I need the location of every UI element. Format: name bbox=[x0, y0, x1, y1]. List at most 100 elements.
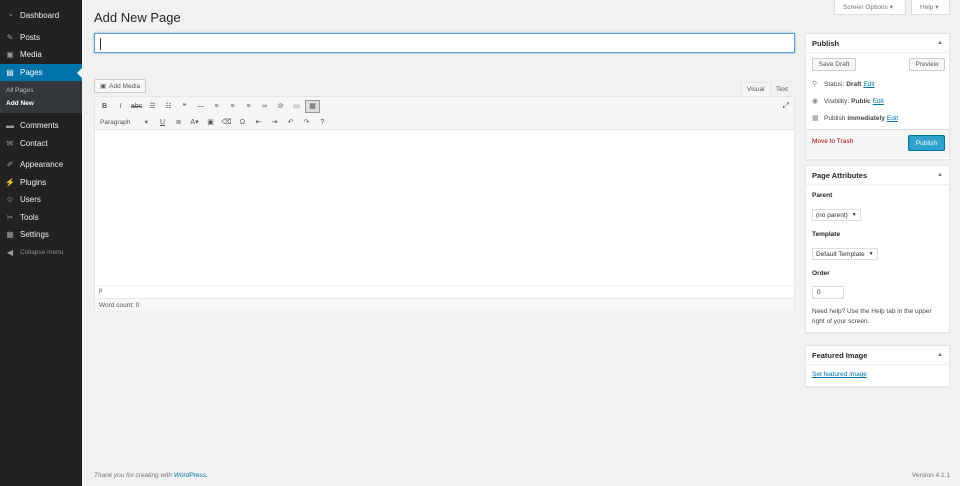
status-row: ⚲ Status: Draft Edit bbox=[812, 80, 875, 89]
collapse-arrow-icon[interactable]: ▲ bbox=[937, 40, 943, 46]
distraction-free-icon[interactable]: ⤢ bbox=[783, 101, 789, 111]
editor-content-area[interactable] bbox=[95, 130, 794, 286]
settings-icon: ▦ bbox=[6, 230, 14, 240]
add-media-button[interactable]: ▣ Add Media bbox=[94, 79, 147, 93]
edit-status-link[interactable]: Edit bbox=[863, 81, 874, 88]
plugin-icon: ⚡ bbox=[5, 177, 15, 187]
sidebar-item-settings[interactable]: ▦ Settings bbox=[0, 226, 82, 244]
paste-text-icon[interactable]: ▣ bbox=[203, 116, 218, 129]
numbered-list-icon[interactable]: ☷ bbox=[161, 100, 176, 113]
format-select[interactable]: Paragraph ▾ bbox=[97, 116, 151, 128]
redo-icon[interactable]: ↷ bbox=[299, 116, 314, 129]
publish-time-row: ▦ Publish immediately Edit bbox=[812, 114, 898, 123]
order-label: Order bbox=[812, 270, 830, 277]
justify-icon[interactable]: ≣ bbox=[171, 116, 186, 129]
publish-box-title: Publish bbox=[812, 38, 840, 48]
toolbar-toggle-icon[interactable]: ▦ bbox=[305, 99, 320, 113]
publish-label: Publish bbox=[824, 114, 846, 122]
visibility-row: ◉ Visibility: Public Edit bbox=[812, 97, 884, 106]
sidebar-item-appearance[interactable]: ✐ Appearance bbox=[0, 156, 82, 174]
sidebar-item-media[interactable]: ▣ Media bbox=[0, 46, 82, 64]
comment-icon: ▬ bbox=[6, 121, 14, 131]
media-icon: ▣ bbox=[6, 50, 14, 60]
page-icon: ▤ bbox=[6, 67, 14, 77]
pin-icon: ✎ bbox=[6, 32, 14, 42]
horizontal-line-icon[interactable]: — bbox=[193, 100, 208, 113]
sidebar-item-pages[interactable]: ▤ Pages bbox=[0, 63, 82, 81]
unlink-icon[interactable]: ⊘ bbox=[273, 100, 288, 113]
sidebar-item-comments[interactable]: ▬ Comments bbox=[0, 117, 82, 135]
underline-icon[interactable]: U bbox=[155, 116, 170, 129]
template-select[interactable]: Default Template ▼ bbox=[812, 248, 878, 260]
sidebar-item-label: Pages bbox=[20, 67, 43, 77]
sidebar-item-users[interactable]: ☺ Users bbox=[0, 191, 82, 209]
screen-options-button[interactable]: Screen Options ▾ bbox=[834, 0, 906, 15]
parent-select[interactable]: (no parent) ▼ bbox=[812, 209, 861, 221]
edit-visibility-link[interactable]: Edit bbox=[873, 98, 884, 105]
tab-visual[interactable]: Visual bbox=[741, 82, 771, 96]
outdent-icon[interactable]: ⇤ bbox=[251, 116, 266, 129]
sidebar-item-contact[interactable]: ✉ Contact bbox=[0, 135, 82, 153]
preview-button[interactable]: Preview bbox=[909, 58, 945, 71]
pages-submenu: All Pages Add New bbox=[0, 81, 82, 113]
collapse-menu-button[interactable]: ◀ Collapse menu bbox=[0, 244, 82, 262]
status-label: Status: bbox=[824, 80, 845, 88]
publish-value: immediately bbox=[847, 114, 885, 122]
edit-publish-time-link[interactable]: Edit bbox=[887, 115, 898, 122]
parent-select-value: (no parent) bbox=[816, 211, 848, 219]
blockquote-icon[interactable]: ❝ bbox=[177, 100, 192, 113]
sidebar-item-label: Dashboard bbox=[20, 11, 60, 21]
align-right-icon[interactable]: ≡ bbox=[241, 100, 256, 113]
featured-image-title: Featured Image bbox=[812, 350, 868, 360]
title-input[interactable] bbox=[94, 33, 795, 53]
collapse-arrow-icon[interactable]: ▲ bbox=[937, 172, 943, 178]
align-center-icon[interactable]: ≡ bbox=[225, 100, 240, 113]
publish-box: Publish ▲ Save Draft Preview ⚲ Status: Draf… bbox=[805, 33, 950, 160]
featured-image-header[interactable]: Featured Image ▲ bbox=[806, 346, 949, 365]
footer-thanks-text: Thank you for creating with bbox=[94, 472, 173, 479]
wrench-icon: ✂ bbox=[6, 212, 14, 222]
sidebar-item-posts[interactable]: ✎ Posts bbox=[0, 29, 82, 47]
page-attributes-header[interactable]: Page Attributes ▲ bbox=[806, 166, 949, 185]
undo-icon[interactable]: ↶ bbox=[283, 116, 298, 129]
publish-button[interactable]: Publish bbox=[908, 135, 945, 151]
keyboard-help-icon[interactable]: ? bbox=[315, 116, 330, 129]
editor-toolbar: B I abc ☰ ☷ ❝ — ≡ ≡ ≡ ∞ ⊘ ▭ ▦ Paragraph ▾… bbox=[95, 97, 794, 130]
template-label: Template bbox=[812, 231, 841, 238]
sidebar-item-label: Posts bbox=[20, 32, 41, 42]
content-editor: B I abc ☰ ☷ ❝ — ≡ ≡ ≡ ∞ ⊘ ▭ ▦ Paragraph ▾… bbox=[94, 96, 795, 311]
sidebar-item-label: Plugins bbox=[20, 177, 47, 187]
sidebar-item-plugins[interactable]: ⚡ Plugins bbox=[0, 174, 82, 192]
italic-icon[interactable]: I bbox=[113, 100, 128, 113]
featured-image-box: Featured Image ▲ Set featured image bbox=[805, 345, 950, 387]
wordpress-link[interactable]: WordPress. bbox=[174, 472, 208, 479]
order-input[interactable]: 0 bbox=[812, 286, 844, 299]
sidebar-item-tools[interactable]: ✂ Tools bbox=[0, 209, 82, 227]
text-caret bbox=[100, 38, 101, 50]
indent-icon[interactable]: ⇥ bbox=[267, 116, 282, 129]
submenu-all-pages[interactable]: All Pages bbox=[0, 84, 82, 97]
publish-box-header[interactable]: Publish ▲ bbox=[806, 34, 949, 53]
bold-icon[interactable]: B bbox=[97, 100, 112, 113]
strikethrough-icon[interactable]: abc bbox=[129, 100, 144, 113]
set-featured-image-link[interactable]: Set featured image bbox=[812, 371, 867, 378]
sidebar-item-label: Users bbox=[20, 195, 41, 205]
submenu-add-new[interactable]: Add New bbox=[0, 97, 82, 110]
collapse-arrow-icon[interactable]: ▲ bbox=[937, 352, 943, 358]
text-color-icon[interactable]: A▾ bbox=[187, 116, 202, 129]
sidebar-item-label: Media bbox=[20, 50, 42, 60]
special-character-icon[interactable]: Ω bbox=[235, 116, 250, 129]
help-button[interactable]: Help ▾ bbox=[911, 0, 950, 15]
sidebar-item-dashboard[interactable]: ◔ Dashboard bbox=[0, 7, 82, 25]
visibility-label: Visibility: bbox=[824, 97, 850, 105]
tab-text[interactable]: Text bbox=[771, 82, 793, 96]
link-icon[interactable]: ∞ bbox=[257, 100, 272, 113]
align-left-icon[interactable]: ≡ bbox=[209, 100, 224, 113]
mail-icon: ✉ bbox=[6, 138, 14, 148]
page-attributes-help: Need help? Use the Help tab in the upper… bbox=[812, 308, 932, 325]
clear-formatting-icon[interactable]: ⌫ bbox=[219, 116, 234, 129]
read-more-icon[interactable]: ▭ bbox=[289, 100, 304, 113]
save-draft-button[interactable]: Save Draft bbox=[812, 58, 856, 71]
move-to-trash-link[interactable]: Move to Trash bbox=[812, 138, 853, 145]
bullet-list-icon[interactable]: ☰ bbox=[145, 100, 160, 113]
